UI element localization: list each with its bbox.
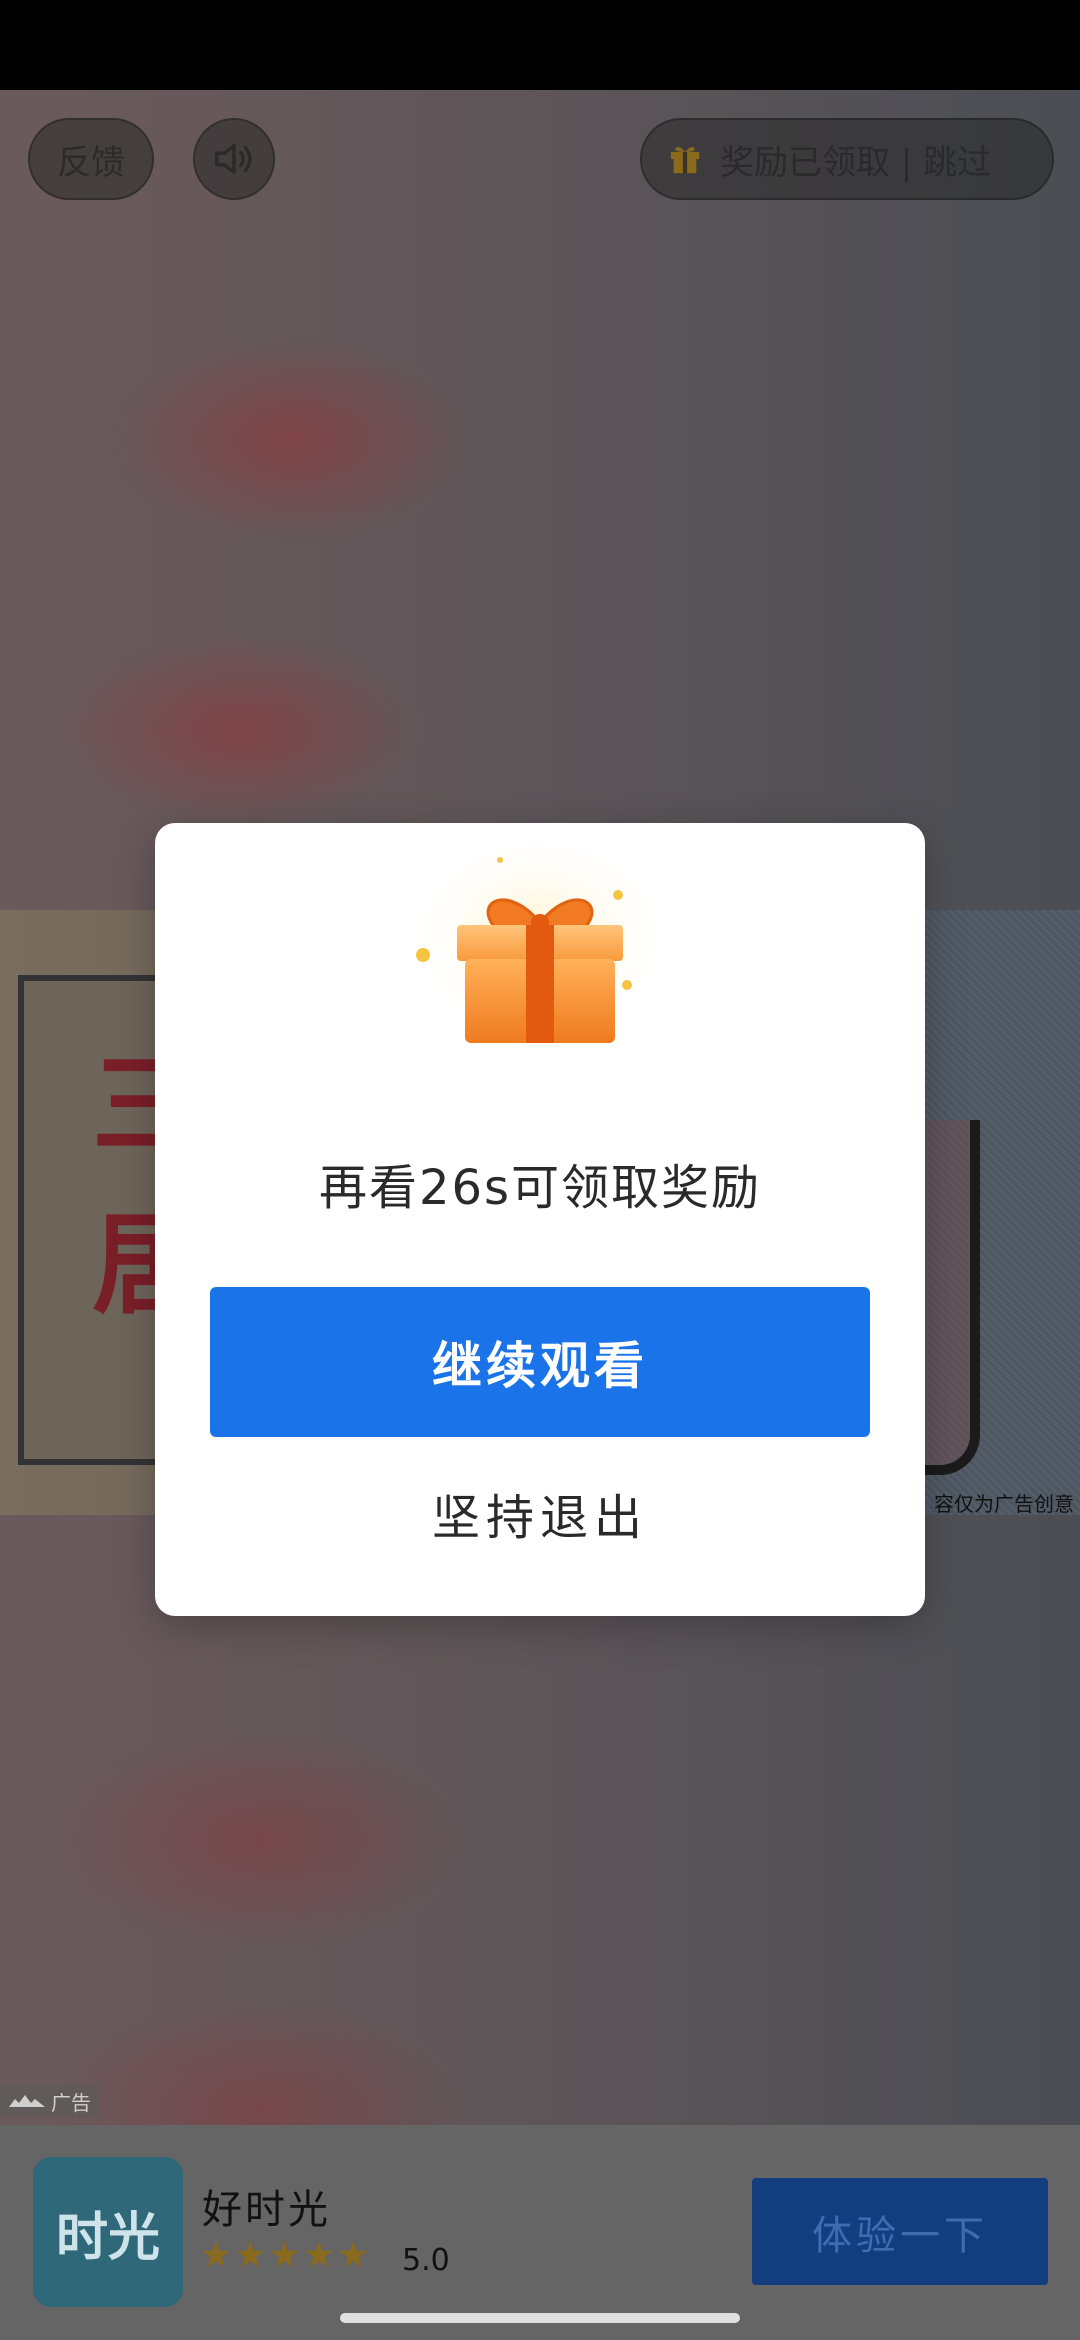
gift-box-icon: [415, 845, 665, 1045]
exit-label: 坚持退出: [431, 1490, 648, 1546]
gift-icon: [670, 146, 700, 174]
dialog-message: 再看26s可领取奖励: [318, 1160, 762, 1216]
feedback-label: 反馈: [57, 142, 125, 183]
exit-button[interactable]: 坚持退出: [155, 1463, 925, 1563]
app-promo-bar[interactable]: 时光 好时光 ★★★★★ 5.0 体验一下: [0, 2125, 1080, 2340]
home-indicator[interactable]: [340, 2313, 740, 2323]
app-icon-text: 时光: [55, 2207, 160, 2268]
try-it-label: 体验一下: [812, 2212, 988, 2259]
rating-stars: ★★★★★: [200, 2235, 372, 2276]
feedback-button[interactable]: 反馈: [28, 118, 154, 200]
ad-tag-label: 广告: [51, 2090, 91, 2115]
continue-watching-label: 继续观看: [432, 1337, 648, 1395]
app-icon[interactable]: 时光: [33, 2157, 183, 2307]
ad-tag: 广告: [0, 2085, 100, 2117]
speaker-icon: [215, 143, 252, 175]
reward-skip-label: 奖励已领取 | 跳过: [720, 142, 992, 183]
reward-dialog: 再看26s可领取奖励 继续观看 坚持退出: [155, 823, 925, 1616]
reward-skip-button[interactable]: 奖励已领取 | 跳过: [640, 118, 1054, 200]
rating-value: 5.0: [402, 2243, 450, 2278]
screen: 三 居 容仅为广告创意 反馈 奖励已领取 | 跳过 再看26s可领取奖励 继续观…: [0, 0, 1080, 2340]
ad-disclaimer: 容仅为广告创意: [934, 1492, 1074, 1516]
app-name: 好时光: [202, 2187, 331, 2233]
brand-logo-icon: [9, 2095, 45, 2107]
try-it-button[interactable]: 体验一下: [752, 2178, 1048, 2285]
sound-toggle-button[interactable]: [193, 118, 275, 200]
status-bar: [0, 0, 1080, 90]
continue-watching-button[interactable]: 继续观看: [210, 1287, 870, 1437]
